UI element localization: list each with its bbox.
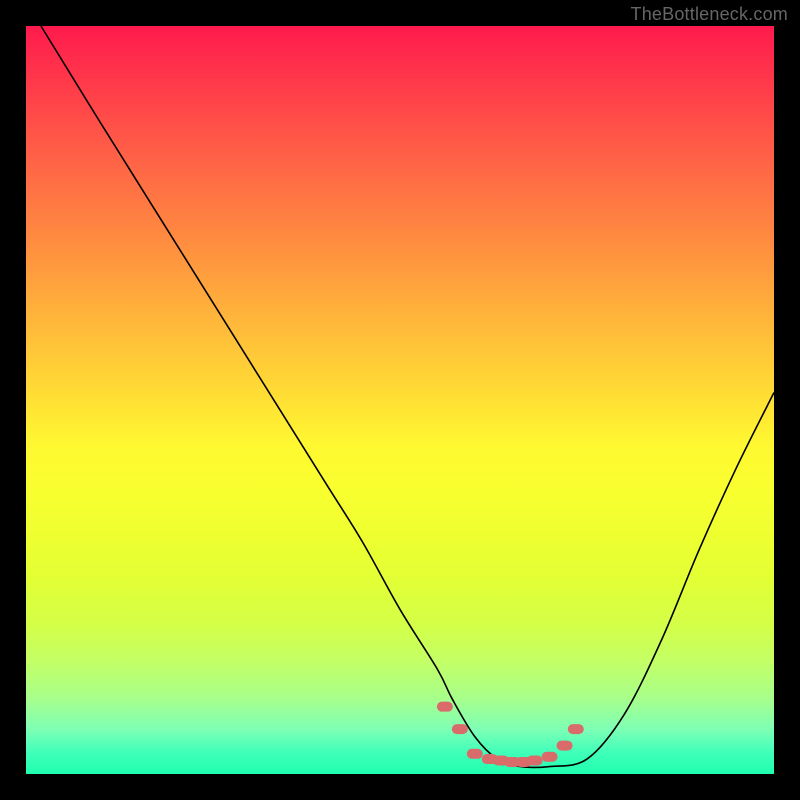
curve-layer <box>26 26 774 774</box>
curve-marker <box>568 724 584 734</box>
curve-marker <box>437 702 453 712</box>
chart-background <box>26 26 774 774</box>
curve-marker <box>527 756 543 766</box>
watermark-text: TheBottleneck.com <box>631 4 788 25</box>
curve-marker <box>467 749 483 759</box>
curve-marker <box>557 741 573 751</box>
curve-marker <box>452 724 468 734</box>
bottleneck-curve <box>41 26 774 767</box>
curve-marker <box>542 752 558 762</box>
